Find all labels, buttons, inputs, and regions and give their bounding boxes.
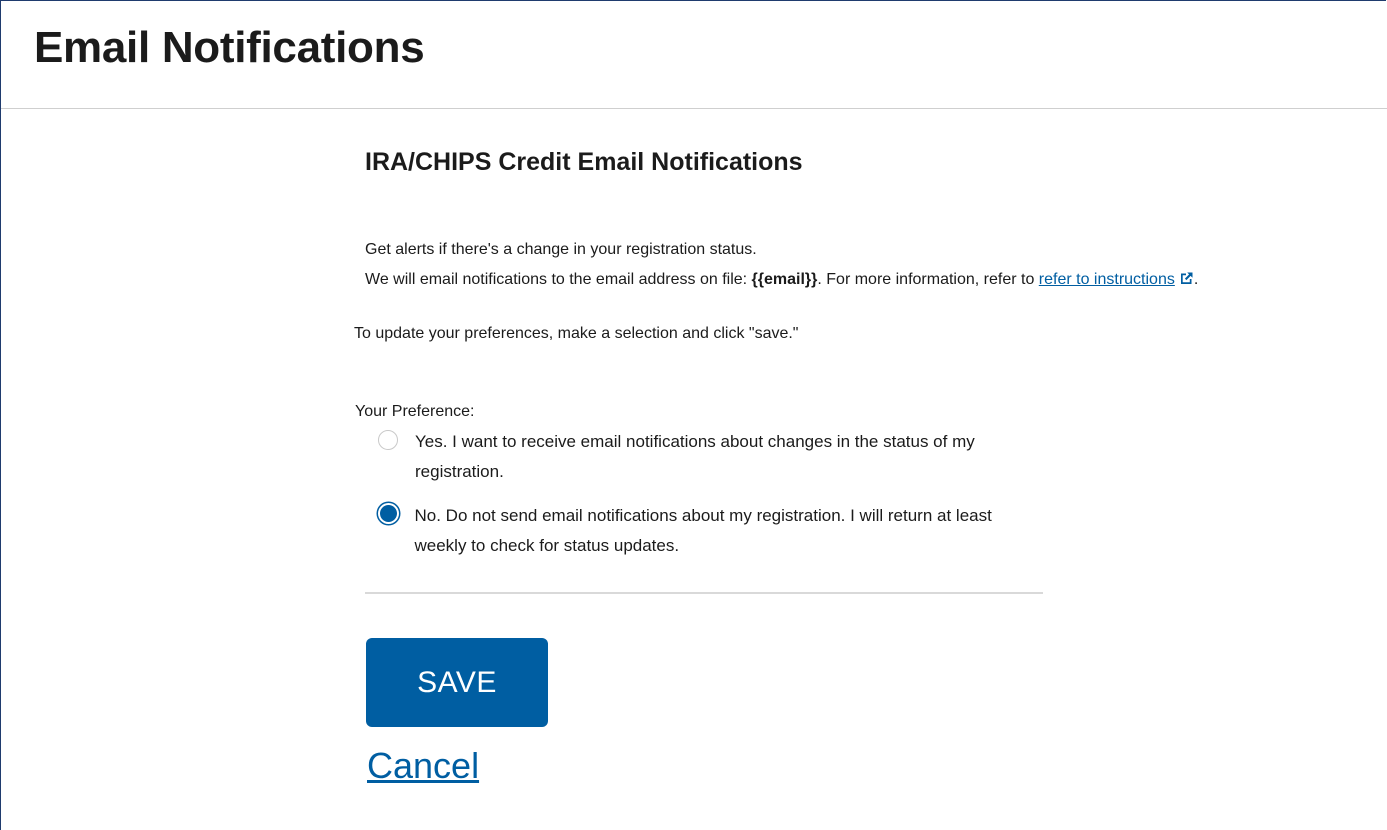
- intro-email-prefix: We will email notifications to the email…: [365, 271, 752, 288]
- instructions-link-text: refer to instructions: [1038, 271, 1175, 288]
- instructions-link[interactable]: refer to instructions: [1039, 271, 1194, 288]
- page-title: Email Notifications: [34, 23, 425, 72]
- cancel-link[interactable]: Cancel: [367, 745, 479, 787]
- radio-no[interactable]: [379, 505, 397, 522]
- preference-option-no-label[interactable]: No. Do not send email notifications abou…: [415, 501, 1035, 561]
- page-frame: [0, 0, 1386, 830]
- intro-email-middle: . For more information, refer to: [817, 271, 1039, 288]
- save-button[interactable]: SAVE: [366, 638, 548, 727]
- external-link-icon: [1179, 271, 1194, 292]
- preference-option-yes-label[interactable]: Yes. I want to receive email notificatio…: [415, 427, 1035, 487]
- page-header: Email Notifications: [1, 1, 1387, 109]
- intro-email-text: We will email notifications to the email…: [365, 270, 1198, 292]
- divider: [365, 592, 1043, 594]
- radio-yes[interactable]: [378, 430, 398, 450]
- preference-option-yes[interactable]: Yes. I want to receive email notificatio…: [378, 427, 1035, 487]
- section-title: IRA/CHIPS Credit Email Notifications: [365, 148, 803, 176]
- instructions-text: To update your preferences, make a selec…: [354, 325, 799, 342]
- email-placeholder: {{email}}: [751, 271, 818, 288]
- intro-email-suffix: .: [1193, 271, 1199, 288]
- preference-option-no[interactable]: No. Do not send email notifications abou…: [378, 501, 1035, 561]
- preference-legend: Your Preference:: [355, 403, 475, 420]
- intro-alerts-text: Get alerts if there's a change in your r…: [365, 241, 757, 258]
